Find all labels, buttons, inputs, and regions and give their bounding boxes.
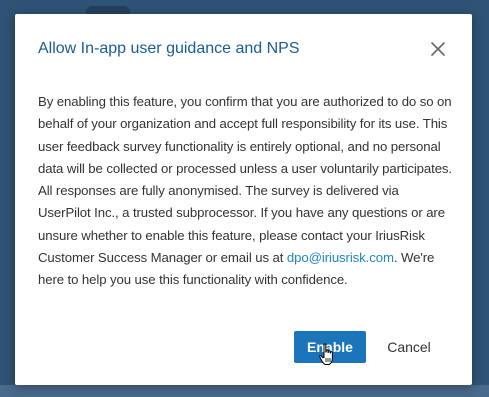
close-icon <box>431 42 445 56</box>
background-strip <box>0 385 489 397</box>
close-button[interactable] <box>429 40 447 58</box>
cancel-button[interactable]: Cancel <box>377 331 441 363</box>
dialog-body-text: By enabling this feature, you confirm th… <box>38 91 452 292</box>
email-link[interactable]: dpo@iriusrisk.com <box>287 250 394 265</box>
nps-guidance-dialog: Allow In-app user guidance and NPS By en… <box>15 14 472 385</box>
dialog-title: Allow In-app user guidance and NPS <box>38 40 300 57</box>
body-text-part-1: By enabling this feature, you confirm th… <box>38 94 452 266</box>
enable-button[interactable]: Enable <box>294 331 366 363</box>
